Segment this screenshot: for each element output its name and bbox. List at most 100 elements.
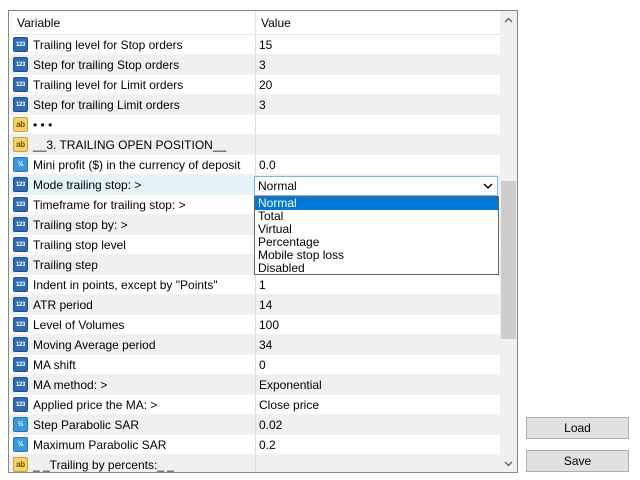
select-current-value: Normal <box>258 179 297 193</box>
vertical-scrollbar[interactable] <box>500 11 517 472</box>
table-row[interactable]: ½ Mini profit ($) in the currency of depo… <box>9 155 501 175</box>
table-row[interactable]: ½ Maximum Parabolic SAR 0.2 <box>9 435 501 455</box>
variable-cell: 123 Level of Volumes <box>9 315 256 334</box>
integer-type-icon: 123 <box>13 297 28 312</box>
variable-cell: 123 Trailing stop by: > <box>9 215 256 234</box>
table-row[interactable]: 123 ATR period 14 <box>9 295 501 315</box>
column-header-value[interactable]: Value <box>256 11 501 34</box>
variable-label: Trailing level for Stop orders <box>33 37 183 52</box>
variable-label: Trailing level for Limit orders <box>33 77 184 92</box>
value-cell[interactable]: 14 <box>256 295 501 314</box>
chevron-down-icon <box>483 183 493 189</box>
value-cell[interactable]: 0.2 <box>256 435 501 454</box>
variable-label: Timeframe for trailing stop: > <box>33 197 186 212</box>
variable-cell: 123 Trailing stop level <box>9 235 256 254</box>
integer-type-icon: 123 <box>13 37 28 52</box>
grid-header: Variable Value <box>9 11 501 35</box>
variable-label: • • • <box>33 117 53 132</box>
table-row[interactable]: 123 Level of Volumes 100 <box>9 315 501 335</box>
value-cell[interactable]: 100 <box>256 315 501 334</box>
variable-cell: ½ Step Parabolic SAR <box>9 415 256 434</box>
variable-cell: 123 Trailing step <box>9 255 256 274</box>
value-cell[interactable] <box>256 115 501 134</box>
variable-cell: 123 Trailing level for Limit orders <box>9 75 256 94</box>
variable-label: Indent in points, except by "Points" <box>33 277 218 292</box>
variable-cell: ab • • • <box>9 115 256 134</box>
table-row[interactable]: 123 MA method: > Exponential <box>9 375 501 395</box>
mode-trailing-stop-dropdown: Normal Total Virtual Percentage Mobile stop … <box>254 196 499 275</box>
value-cell[interactable]: 20 <box>256 75 501 94</box>
table-row[interactable]: 123 Trailing level for Limit orders 20 <box>9 75 501 95</box>
value-cell[interactable] <box>256 455 501 472</box>
variable-label: ATR period <box>33 297 93 312</box>
table-row[interactable]: 123 Step for trailing Stop orders 3 <box>9 55 501 75</box>
variable-cell: 123 Indent in points, except by "Points" <box>9 275 256 294</box>
integer-type-icon: 123 <box>13 397 28 412</box>
chevron-up-icon <box>504 17 513 22</box>
table-row[interactable]: 123 MA shift 0 <box>9 355 501 375</box>
variable-label: Applied price the MA: > <box>33 397 158 412</box>
value-cell[interactable]: 0.02 <box>256 415 501 434</box>
variable-label: Step for trailing Stop orders <box>33 57 180 72</box>
dropdown-option[interactable]: Normal <box>255 197 498 210</box>
variable-cell: ½ Maximum Parabolic SAR <box>9 435 256 454</box>
variable-label: Maximum Parabolic SAR <box>33 437 167 452</box>
integer-type-icon: 123 <box>13 257 28 272</box>
mode-trailing-stop-select[interactable]: Normal <box>254 176 498 196</box>
table-row[interactable]: 123 Step for trailing Limit orders 3 <box>9 95 501 115</box>
value-cell[interactable]: 3 <box>256 95 501 114</box>
value-cell[interactable]: 34 <box>256 335 501 354</box>
string-type-icon: ab <box>13 457 28 472</box>
variable-label: Step for trailing Limit orders <box>33 97 180 112</box>
variable-label: MA shift <box>33 357 76 372</box>
integer-type-icon: 123 <box>13 177 28 192</box>
table-row[interactable]: ½ Step Parabolic SAR 0.02 <box>9 415 501 435</box>
variable-label: Trailing stop level <box>33 237 126 252</box>
variable-cell: 123 MA shift <box>9 355 256 374</box>
integer-type-icon: 123 <box>13 97 28 112</box>
variable-cell: 123 Step for trailing Stop orders <box>9 55 256 74</box>
table-row[interactable]: ab _ _Trailing by percents:_ _ <box>9 455 501 472</box>
double-type-icon: ½ <box>13 417 28 432</box>
value-cell[interactable]: 0 <box>256 355 501 374</box>
value-cell[interactable]: 15 <box>256 35 501 54</box>
save-button[interactable]: Save <box>526 450 629 472</box>
string-type-icon: ab <box>13 117 28 132</box>
integer-type-icon: 123 <box>13 217 28 232</box>
value-cell[interactable]: 1 <box>256 275 501 294</box>
table-row[interactable]: 123 Applied price the MA: > Close price <box>9 395 501 415</box>
variable-label: Trailing step <box>33 257 98 272</box>
double-type-icon: ½ <box>13 437 28 452</box>
variable-cell: ab __3. TRAILING OPEN POSITION__ <box>9 135 256 154</box>
integer-type-icon: 123 <box>13 377 28 392</box>
variable-label: Moving Average period <box>33 337 156 352</box>
scroll-thumb[interactable] <box>501 181 516 339</box>
integer-type-icon: 123 <box>13 77 28 92</box>
table-row[interactable]: ab __3. TRAILING OPEN POSITION__ <box>9 135 501 155</box>
variable-label: Trailing stop by: > <box>33 217 128 232</box>
chevron-down-icon <box>504 461 513 466</box>
value-cell[interactable]: Close price <box>256 395 501 414</box>
variable-cell: ½ Mini profit ($) in the currency of depo… <box>9 155 256 174</box>
table-row[interactable]: 123 Trailing level for Stop orders 15 <box>9 35 501 55</box>
value-cell[interactable]: Exponential <box>256 375 501 394</box>
integer-type-icon: 123 <box>13 237 28 252</box>
value-cell[interactable] <box>256 135 501 154</box>
column-header-variable[interactable]: Variable <box>9 11 256 34</box>
scroll-up-button[interactable] <box>500 11 517 28</box>
value-cell[interactable]: 3 <box>256 55 501 74</box>
scroll-down-button[interactable] <box>500 455 517 472</box>
value-cell[interactable]: 0.0 <box>256 155 501 174</box>
integer-type-icon: 123 <box>13 277 28 292</box>
dropdown-option[interactable]: Disabled <box>255 262 498 275</box>
table-row[interactable]: ab • • • <box>9 115 501 135</box>
variable-cell: 123 MA method: > <box>9 375 256 394</box>
variable-label: Step Parabolic SAR <box>33 417 140 432</box>
table-row[interactable]: 123 Indent in points, except by "Points" 1 <box>9 275 501 295</box>
load-button[interactable]: Load <box>526 417 629 439</box>
table-row[interactable]: 123 Moving Average period 34 <box>9 335 501 355</box>
double-type-icon: ½ <box>13 157 28 172</box>
variable-label: __3. TRAILING OPEN POSITION__ <box>33 137 227 152</box>
variable-cell: 123 Moving Average period <box>9 335 256 354</box>
variable-label: Mode trailing stop: > <box>33 177 142 192</box>
